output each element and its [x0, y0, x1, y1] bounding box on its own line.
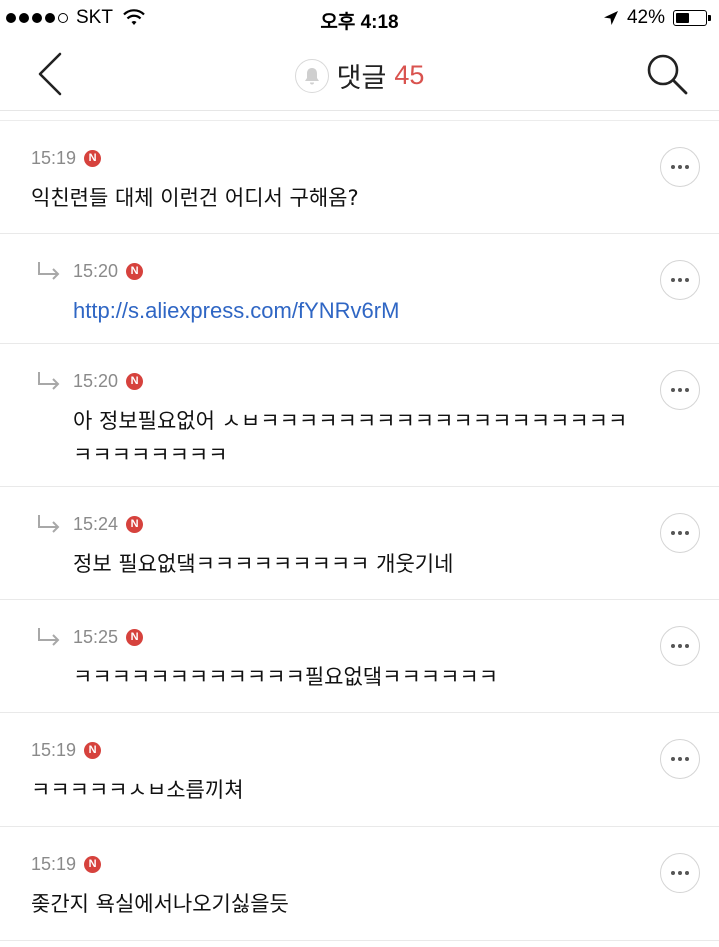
new-badge: N [84, 149, 102, 167]
comment-time: 15:24 [73, 513, 119, 534]
comment-item: 15:19 N 익친련들 대체 이런건 어디서 구해옴? [0, 121, 719, 234]
battery-fill [676, 13, 690, 23]
new-badge: N [84, 855, 102, 873]
reply-item: 15:20 N http://s.aliexpress.com/fYNRv6rM [0, 234, 719, 344]
new-badge: N [126, 372, 144, 390]
more-options-button[interactable] [660, 853, 700, 893]
comment-text: ㅋㅋㅋㅋㅋㅋㅋㅋㅋㅋㅋㅋ필요없댘ㅋㅋㅋㅋㅋㅋ [73, 665, 499, 689]
search-icon[interactable] [643, 50, 691, 98]
bell-icon [304, 67, 319, 84]
new-badge: N [84, 741, 102, 759]
comment-time: 15:19 [31, 853, 77, 874]
comment-time: 15:20 [73, 260, 119, 281]
reply-item: 15:24 N 정보 필요없댘ㅋㅋㅋㅋㅋㅋㅋㅋㅋ 개웃기네 [0, 487, 719, 600]
comment-time: 15:25 [73, 626, 119, 647]
reply-arrow-icon [38, 515, 60, 533]
comment-count: 45 [394, 60, 425, 90]
new-badge: N [126, 628, 144, 646]
more-options-button[interactable] [660, 370, 700, 410]
more-options-button[interactable] [660, 260, 700, 300]
reply-item: 15:25 N ㅋㅋㅋㅋㅋㅋㅋㅋㅋㅋㅋㅋ필요없댘ㅋㅋㅋㅋㅋㅋ [0, 600, 719, 713]
comment-text: ㅋㅋㅋㅋㅋㅅㅂ소름끼쳐 [31, 778, 244, 802]
comment-text: 익친련들 대체 이런건 어디서 구해옴? [31, 186, 359, 210]
notification-bell-button[interactable] [294, 58, 329, 93]
page-title: 댓글 45 [0, 56, 719, 95]
status-right: 42% [603, 7, 711, 29]
new-badge: N [126, 262, 144, 280]
comment-item: 15:19 N ㅋㅋㅋㅋㅋㅅㅂ소름끼쳐 [0, 713, 719, 827]
more-options-button[interactable] [660, 739, 700, 779]
comment-item: 15:19 N 좆간지 욕실에서나오기싫을듯 [0, 827, 719, 941]
more-options-button[interactable] [660, 147, 700, 187]
reply-item: 15:20 N 아 정보필요없어 ㅅㅂㅋㅋㅋㅋㅋㅋㅋㅋㅋㅋㅋㅋㅋㅋㅋㅋㅋㅋㅋㅋㅋ… [0, 344, 719, 487]
battery-icon [673, 10, 711, 26]
comment-text: 정보 필요없댘ㅋㅋㅋㅋㅋㅋㅋㅋㅋ 개웃기네 [73, 552, 454, 576]
more-options-button[interactable] [660, 513, 700, 553]
comment-text: 좆간지 욕실에서나오기싫을듯 [31, 892, 289, 916]
more-options-button[interactable] [660, 626, 700, 666]
status-bar: SKT 오후 4:18 42% [0, 0, 719, 36]
comment-time: 15:19 [31, 739, 77, 760]
comment-time: 15:19 [31, 147, 77, 168]
comment-link[interactable]: http://s.aliexpress.com/fYNRv6rM [73, 294, 629, 328]
reply-arrow-icon [38, 262, 60, 280]
reply-arrow-icon [38, 372, 60, 390]
reply-arrow-icon [38, 628, 60, 646]
comment-time: 15:20 [73, 370, 119, 391]
title-label: 댓글 [336, 63, 387, 94]
nav-bar: 댓글 45 [0, 36, 719, 111]
location-arrow-icon [603, 11, 618, 25]
comment-text: 아 정보필요없어 ㅅㅂㅋㅋㅋㅋㅋㅋㅋㅋㅋㅋㅋㅋㅋㅋㅋㅋㅋㅋㅋㅋㅋㅋㅋㅋㅋㅋㅋ [73, 409, 628, 467]
battery-percent: 42% [626, 7, 665, 28]
new-badge: N [126, 515, 144, 533]
